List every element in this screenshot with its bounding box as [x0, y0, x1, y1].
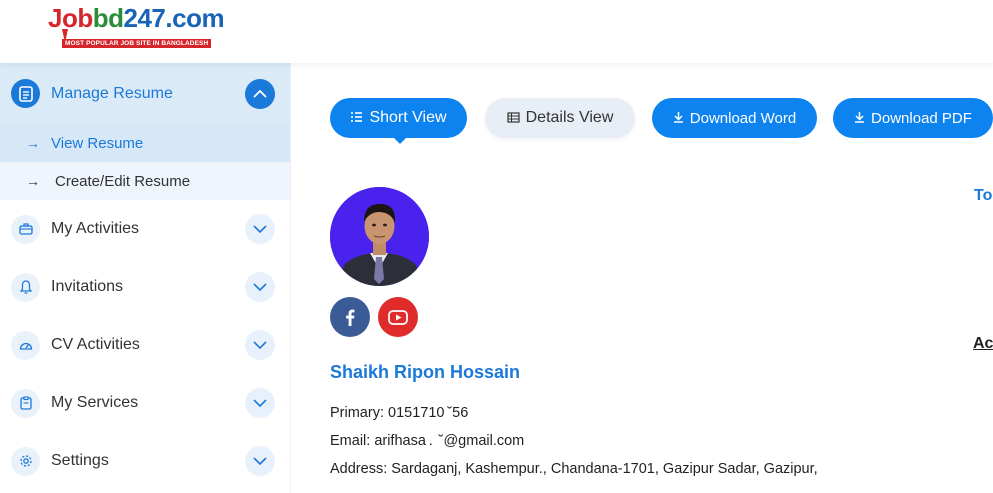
bell-icon [11, 272, 40, 302]
sidebar-item-label: Manage Resume [51, 84, 173, 102]
postal-address: Address: Sardaganj, Kashempur., Chandana… [330, 461, 818, 477]
sidebar-item-manage-resume[interactable]: Manage Resume [0, 63, 290, 124]
clipboard-icon [11, 388, 40, 418]
youtube-link[interactable] [378, 297, 418, 337]
main-content: Short View Details View Download Word Do… [292, 63, 993, 493]
download-pdf-button[interactable]: Download PDF [833, 98, 993, 138]
youtube-icon [388, 309, 408, 325]
sidebar-subitem-create-edit-resume[interactable]: → Create/Edit Resume [0, 162, 290, 200]
facebook-link[interactable] [330, 297, 370, 337]
sidebar: Manage Resume → View Resume → Create/Edi… [0, 63, 291, 493]
download-icon [673, 111, 684, 126]
arrow-right-icon: → [26, 135, 40, 151]
active-tab-pointer [392, 136, 408, 144]
sidebar-subitem-label: Create/Edit Resume [55, 172, 191, 190]
short-view-button[interactable]: Short View [330, 98, 467, 138]
profile-photo [330, 187, 429, 286]
facebook-icon [346, 309, 355, 326]
chevron-down-icon[interactable] [245, 446, 275, 476]
chevron-down-icon[interactable] [245, 388, 275, 418]
briefcase-icon [11, 214, 40, 244]
primary-phone: Primary: 0151710 ˘56 [330, 405, 469, 421]
chevron-down-icon[interactable] [245, 330, 275, 360]
sidebar-item-my-services[interactable]: My Services [0, 374, 290, 432]
document-icon [11, 79, 40, 108]
sidebar-subitem-view-resume[interactable]: → View Resume [0, 124, 290, 162]
gauge-icon [11, 330, 40, 360]
sidebar-item-invitations[interactable]: Invitations [0, 258, 290, 316]
chevron-down-icon[interactable] [245, 214, 275, 244]
sidebar-item-label: My Activities [51, 220, 140, 237]
list-icon [350, 111, 363, 126]
right-panel-heading: Ac [973, 335, 993, 352]
sidebar-item-settings[interactable]: Settings [0, 432, 290, 490]
sidebar-item-label: CV Activities [51, 336, 140, 353]
email-address: Email: arifhasa . ˘@gmail.com [330, 433, 525, 449]
logo-tie-icon [62, 29, 68, 43]
sidebar-subitem-label: View Resume [51, 134, 144, 152]
details-view-button[interactable]: Details View [485, 98, 635, 138]
arrow-right-icon: → [26, 173, 40, 189]
download-word-button[interactable]: Download Word [652, 98, 817, 138]
gear-icon [11, 446, 40, 476]
sidebar-item-cv-activities[interactable]: CV Activities [0, 316, 290, 374]
site-header: Jobbd247.com MOST POPULAR JOB SITE IN BA… [0, 0, 993, 63]
sidebar-item-my-activities[interactable]: My Activities [0, 200, 290, 258]
chevron-up-icon[interactable] [245, 78, 275, 109]
sidebar-item-label: Invitations [51, 278, 124, 295]
download-icon [854, 111, 865, 126]
sidebar-item-label: My Services [51, 394, 139, 411]
table-icon [507, 111, 520, 126]
logo-text: Jobbd247.com [48, 3, 225, 33]
logo-tagline: MOST POPULAR JOB SITE IN BANGLADESH [62, 39, 212, 48]
candidate-name: Shaikh Ripon Hossain [330, 362, 521, 382]
right-panel-label: To [974, 187, 993, 204]
chevron-down-icon[interactable] [245, 272, 275, 302]
sidebar-item-label: Settings [51, 452, 109, 469]
site-logo[interactable]: Jobbd247.com MOST POPULAR JOB SITE IN BA… [48, 3, 225, 50]
